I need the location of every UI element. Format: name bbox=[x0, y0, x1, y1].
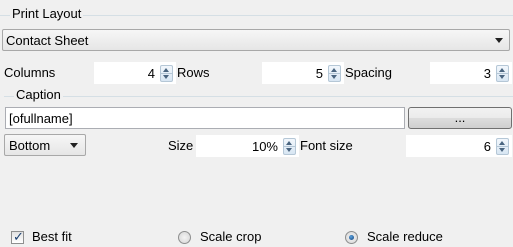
rows-value: 5 bbox=[315, 66, 323, 81]
best-fit-label: Best fit bbox=[32, 229, 72, 244]
caption-group-title: Caption bbox=[14, 87, 63, 102]
size-spinner[interactable] bbox=[283, 138, 296, 155]
spin-down-icon[interactable] bbox=[499, 148, 505, 152]
spacing-spinner[interactable] bbox=[496, 65, 509, 82]
spin-down-icon[interactable] bbox=[331, 75, 337, 79]
spin-up-icon[interactable] bbox=[286, 141, 292, 145]
spin-up-icon[interactable] bbox=[163, 68, 169, 72]
font-size-spinner[interactable] bbox=[496, 138, 509, 155]
size-value: 10% bbox=[251, 139, 278, 154]
spin-up-icon[interactable] bbox=[499, 68, 505, 72]
layout-dropdown[interactable]: Contact Sheet bbox=[2, 29, 510, 51]
columns-field[interactable]: 4 bbox=[94, 62, 176, 84]
scale-reduce-label: Scale reduce bbox=[367, 229, 443, 244]
spin-down-icon[interactable] bbox=[163, 75, 169, 79]
scale-crop-label: Scale crop bbox=[200, 229, 262, 244]
spacing-value: 3 bbox=[483, 66, 491, 81]
rows-label: Rows bbox=[177, 65, 210, 80]
font-size-value: 6 bbox=[483, 139, 491, 154]
chevron-down-icon bbox=[70, 143, 78, 148]
caption-position-dropdown[interactable]: Bottom bbox=[4, 134, 86, 156]
scale-crop-radio[interactable] bbox=[178, 231, 191, 244]
caption-position-value: Bottom bbox=[9, 138, 51, 153]
columns-label: Columns bbox=[4, 65, 56, 80]
caption-text-input[interactable]: [ofullname] bbox=[5, 107, 405, 129]
checkmark-icon: ✓ bbox=[13, 229, 24, 244]
size-field[interactable]: 10% bbox=[196, 135, 299, 157]
spinner-divider bbox=[329, 73, 340, 74]
spin-up-icon[interactable] bbox=[499, 141, 505, 145]
spinner-divider bbox=[161, 73, 172, 74]
spacing-label: Spacing bbox=[345, 65, 392, 80]
print-layout-group-title: Print Layout bbox=[10, 6, 84, 21]
caption-text-value: [ofullname] bbox=[9, 111, 73, 126]
scale-reduce-radio[interactable] bbox=[345, 231, 358, 244]
spinner-divider bbox=[284, 146, 295, 147]
rows-field[interactable]: 5 bbox=[262, 62, 344, 84]
best-fit-checkbox[interactable]: ✓ bbox=[11, 229, 24, 244]
layout-dropdown-value: Contact Sheet bbox=[6, 33, 89, 48]
columns-value: 4 bbox=[147, 66, 155, 81]
spacing-field[interactable]: 3 bbox=[430, 62, 512, 84]
size-label: Size bbox=[168, 138, 194, 153]
spin-down-icon[interactable] bbox=[286, 148, 292, 152]
spinner-divider bbox=[497, 73, 508, 74]
spin-down-icon[interactable] bbox=[499, 75, 505, 79]
caption-group-border bbox=[4, 96, 513, 97]
rows-spinner[interactable] bbox=[328, 65, 341, 82]
font-size-field[interactable]: 6 bbox=[406, 135, 512, 157]
radio-selected-dot bbox=[349, 235, 354, 240]
caption-browse-button[interactable]: ... bbox=[408, 107, 512, 129]
chevron-down-icon bbox=[495, 38, 503, 43]
spin-up-icon[interactable] bbox=[331, 68, 337, 72]
spinner-divider bbox=[497, 146, 508, 147]
columns-spinner[interactable] bbox=[160, 65, 173, 82]
font-size-label: Font size bbox=[300, 138, 353, 153]
